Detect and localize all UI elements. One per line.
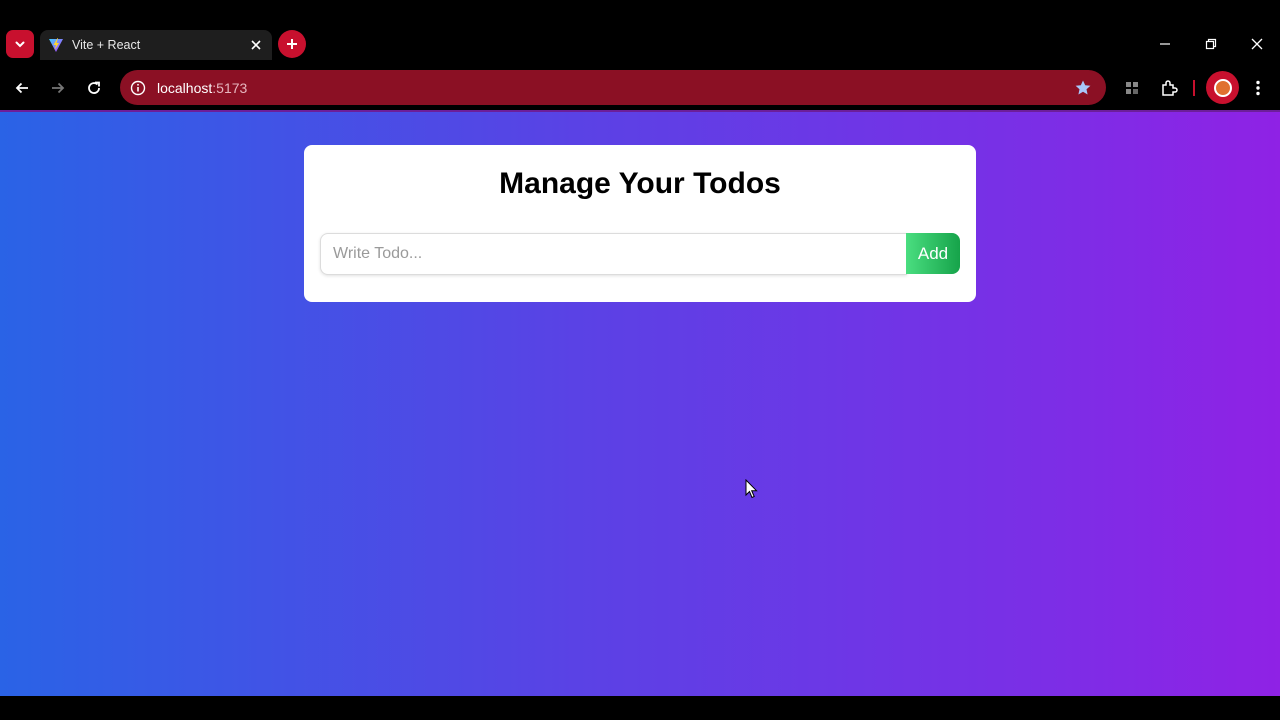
url-text: localhost:5173 xyxy=(157,80,247,96)
bottom-letterbox xyxy=(0,696,1280,720)
avatar-image xyxy=(1213,78,1232,97)
minimize-icon xyxy=(1160,43,1170,45)
restore-icon xyxy=(1205,38,1217,50)
add-todo-button[interactable]: Add xyxy=(906,233,960,274)
page-viewport: Manage Your Todos Add xyxy=(0,110,1280,696)
toolbar-divider xyxy=(1193,80,1195,96)
close-tab-icon[interactable] xyxy=(246,35,266,55)
browser-tab[interactable]: Vite + React xyxy=(40,30,272,60)
close-icon xyxy=(1251,38,1263,50)
more-menu-icon[interactable] xyxy=(1244,74,1272,102)
new-tab-button[interactable] xyxy=(278,30,306,58)
reload-button[interactable] xyxy=(80,74,108,102)
page-title: Manage Your Todos xyxy=(499,167,781,200)
todo-input[interactable] xyxy=(320,233,907,275)
arrow-right-icon xyxy=(52,82,65,94)
profile-avatar[interactable] xyxy=(1206,71,1239,104)
url-port: :5173 xyxy=(212,79,248,96)
forward-button[interactable] xyxy=(44,74,72,102)
address-bar[interactable]: localhost:5173 xyxy=(120,70,1106,105)
browser-tab-strip: Vite + React xyxy=(0,0,1280,68)
tab-title: Vite + React xyxy=(72,38,141,52)
minimize-button[interactable] xyxy=(1142,30,1188,58)
reload-icon xyxy=(88,81,100,94)
close-window-button[interactable] xyxy=(1234,30,1280,58)
extensions-icon[interactable] xyxy=(1155,74,1183,102)
browser-toolbar: localhost:5173 xyxy=(0,68,1280,108)
url-host: localhost xyxy=(157,79,213,96)
site-info-icon[interactable] xyxy=(130,80,146,96)
restore-button[interactable] xyxy=(1188,30,1234,58)
back-button[interactable] xyxy=(8,74,36,102)
plus-icon xyxy=(287,39,297,49)
arrow-left-icon xyxy=(15,82,28,94)
tab-search-button[interactable] xyxy=(6,30,34,58)
mouse-cursor-icon xyxy=(745,479,758,499)
extension-puzzle-grid-icon[interactable] xyxy=(1118,74,1146,102)
todo-card: Manage Your Todos Add xyxy=(304,145,976,302)
vite-logo-icon xyxy=(48,37,64,53)
bookmark-star-icon[interactable] xyxy=(1074,79,1092,97)
chevron-down-icon xyxy=(15,41,25,48)
